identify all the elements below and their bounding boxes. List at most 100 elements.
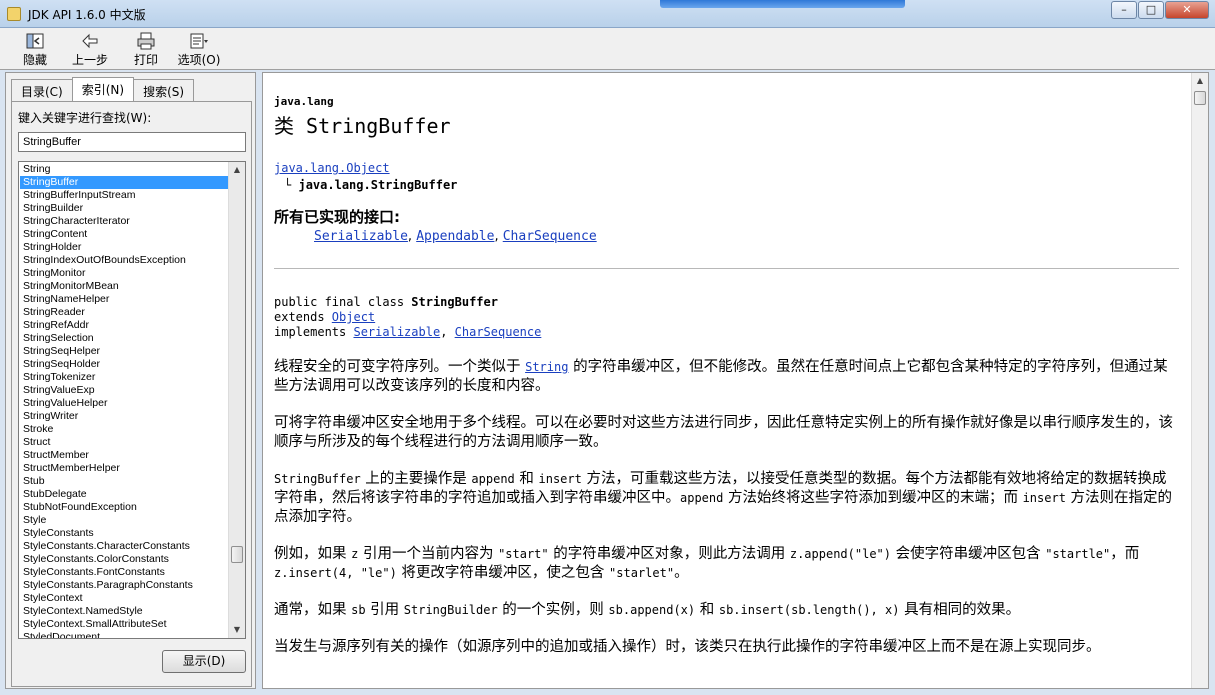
index-list-item[interactable]: StyledDocument [20, 631, 228, 638]
window-title: JDK API 1.6.0 中文版 [28, 8, 146, 22]
close-button[interactable]: ✕ [1165, 1, 1209, 19]
text: 引用一个当前内容为 [358, 546, 499, 562]
divider [274, 268, 1179, 269]
index-list-item[interactable]: StringBuilder [20, 202, 228, 215]
hide-button[interactable]: 隐藏 [20, 32, 50, 68]
index-list-item[interactable]: StringSeqHolder [20, 358, 228, 371]
scroll-down-arrow[interactable]: ▼ [229, 622, 245, 638]
minimize-button[interactable]: – [1111, 1, 1137, 19]
index-list[interactable]: String StringBuffer StringBufferInputStrea… [18, 161, 246, 639]
index-list-item[interactable]: StyleConstants.ParagraphConstants [20, 579, 228, 592]
scroll-thumb[interactable] [231, 546, 243, 563]
index-list-item[interactable]: StyleConstants.ColorConstants [20, 553, 228, 566]
description-paragraph-2: 可将字符串缓冲区安全地用于多个线程。可以在必要时对这些方法进行同步，因此任意特定… [274, 415, 1173, 450]
code: sb.append(x) [608, 603, 696, 617]
index-list-item[interactable]: Stroke [20, 423, 228, 436]
index-list-item[interactable]: StyleContext.NamedStyle [20, 605, 228, 618]
index-list-item[interactable]: StyleContext.SmallAttributeSet [20, 618, 228, 631]
index-list-item[interactable]: Style [20, 514, 228, 527]
index-list-item[interactable]: StringCharacterIterator [20, 215, 228, 228]
text: 和 [514, 471, 539, 487]
description-paragraph-6: 当发生与源序列有关的操作（如源序列中的追加或插入操作）时，该类只在执行此操作的字… [274, 639, 1101, 655]
scroll-up-arrow[interactable]: ▲ [1192, 73, 1208, 89]
tab-contents[interactable]: 目录(C) [11, 79, 73, 101]
index-list-item[interactable]: StringValueExp [20, 384, 228, 397]
scroll-thumb[interactable] [1194, 91, 1206, 105]
index-list-item[interactable]: StringTokenizer [20, 371, 228, 384]
options-button[interactable]: 选项(O) [176, 32, 222, 68]
index-list-item[interactable]: StubNotFoundException [20, 501, 228, 514]
code: "start" [498, 547, 549, 561]
back-label: 上一步 [71, 53, 108, 67]
document-scrollbar[interactable]: ▲ [1191, 73, 1208, 688]
index-panel: 键入关键字进行查找(W): StringBuffer String StringB… [11, 101, 252, 687]
hide-label: 隐藏 [22, 53, 47, 67]
description-paragraph-3: StringBuffer 上的主要操作是 append 和 insert 方法，… [274, 470, 1179, 527]
tab-search[interactable]: 搜索(S) [133, 79, 195, 101]
keyword-input[interactable]: StringBuffer [18, 132, 246, 152]
maximize-button[interactable]: □ [1138, 1, 1164, 19]
index-list-item[interactable]: String [20, 163, 228, 176]
index-scrollbar[interactable]: ▲ ▼ [228, 162, 245, 638]
index-list-item[interactable]: StringMonitorMBean [20, 280, 228, 293]
title-bar: JDK API 1.6.0 中文版 – □ ✕ [0, 0, 1215, 28]
index-list-item[interactable]: StyleConstants [20, 527, 228, 540]
hierarchy-branch: └ [284, 178, 292, 192]
interfaces-heading: 所有已实现的接口: [274, 208, 400, 226]
code: StringBuilder [403, 603, 498, 617]
index-list-item[interactable]: StructMemberHelper [20, 462, 228, 475]
document-pane: java.lang 类 StringBuffer java.lang.Objec… [262, 72, 1209, 689]
print-button[interactable]: 打印 [131, 32, 161, 68]
index-list-item[interactable]: StyleConstants.FontConstants [20, 566, 228, 579]
code: append [471, 472, 515, 486]
index-list-item[interactable]: StubDelegate [20, 488, 228, 501]
index-list-item[interactable]: StructMember [20, 449, 228, 462]
link-appendable[interactable]: Appendable [416, 229, 494, 244]
index-list-item[interactable]: Stub [20, 475, 228, 488]
index-list-item[interactable]: StringNameHelper [20, 293, 228, 306]
index-list-item[interactable]: StringIndexOutOfBoundsException [20, 254, 228, 267]
back-button[interactable]: 上一步 [70, 32, 110, 68]
show-button[interactable]: 显示(D) [162, 650, 246, 673]
link-string[interactable]: String [525, 360, 568, 374]
link-serializable[interactable]: Serializable [314, 229, 408, 244]
index-list-item[interactable]: StringContent [20, 228, 228, 241]
tab-index[interactable]: 索引(N) [71, 77, 135, 101]
link-charsequence[interactable]: CharSequence [503, 229, 597, 244]
link-object[interactable]: Object [332, 310, 375, 324]
index-list-item[interactable]: StyleConstants.CharacterConstants [20, 540, 228, 553]
index-list-item[interactable]: StringBuffer [20, 176, 228, 189]
index-list-item[interactable]: StringValueHelper [20, 397, 228, 410]
index-list-item[interactable]: StringSeqHelper [20, 345, 228, 358]
decl-class-name: StringBuffer [411, 295, 498, 309]
separator: , [494, 229, 503, 244]
interfaces-list: Serializable, Appendable, CharSequence [274, 229, 1179, 244]
text: 上的主要操作是 [360, 471, 472, 487]
code: append [680, 491, 724, 505]
class-title: 类 StringBuffer [274, 114, 451, 138]
decl-modifiers: public final class [274, 295, 412, 309]
index-list-item[interactable]: StringBufferInputStream [20, 189, 228, 202]
text: 线程安全的可变字符序列。一个类似于 [274, 359, 526, 375]
index-list-item[interactable]: StringSelection [20, 332, 228, 345]
text: 将更改字符串缓冲区，使之包含 [396, 565, 610, 581]
index-list-item[interactable]: Struct [20, 436, 228, 449]
link-charsequence-decl[interactable]: CharSequence [455, 325, 542, 339]
text: ，而 [1110, 546, 1140, 562]
link-serializable-decl[interactable]: Serializable [353, 325, 440, 339]
index-list-item[interactable]: StringWriter [20, 410, 228, 423]
index-list-item[interactable]: StringRefAddr [20, 319, 228, 332]
link-object-parent[interactable]: java.lang.Object [274, 161, 390, 175]
title-glow [660, 0, 905, 8]
index-list-item[interactable]: StringReader [20, 306, 228, 319]
index-list-item[interactable]: StringMonitor [20, 267, 228, 280]
text: 方法始终将这些字符添加到缓冲区的末端；而 [723, 490, 1023, 506]
index-list-item[interactable]: StyleContext [20, 592, 228, 605]
document-content: java.lang 类 StringBuffer java.lang.Objec… [274, 95, 1179, 657]
scroll-up-arrow[interactable]: ▲ [229, 162, 245, 178]
code: z.insert(4, "le") [274, 566, 397, 580]
class-declaration: public final class StringBuffer extends … [274, 295, 1179, 340]
index-list-item[interactable]: StringHolder [20, 241, 228, 254]
decl-implements: implements [274, 325, 354, 339]
print-label: 打印 [133, 53, 158, 67]
